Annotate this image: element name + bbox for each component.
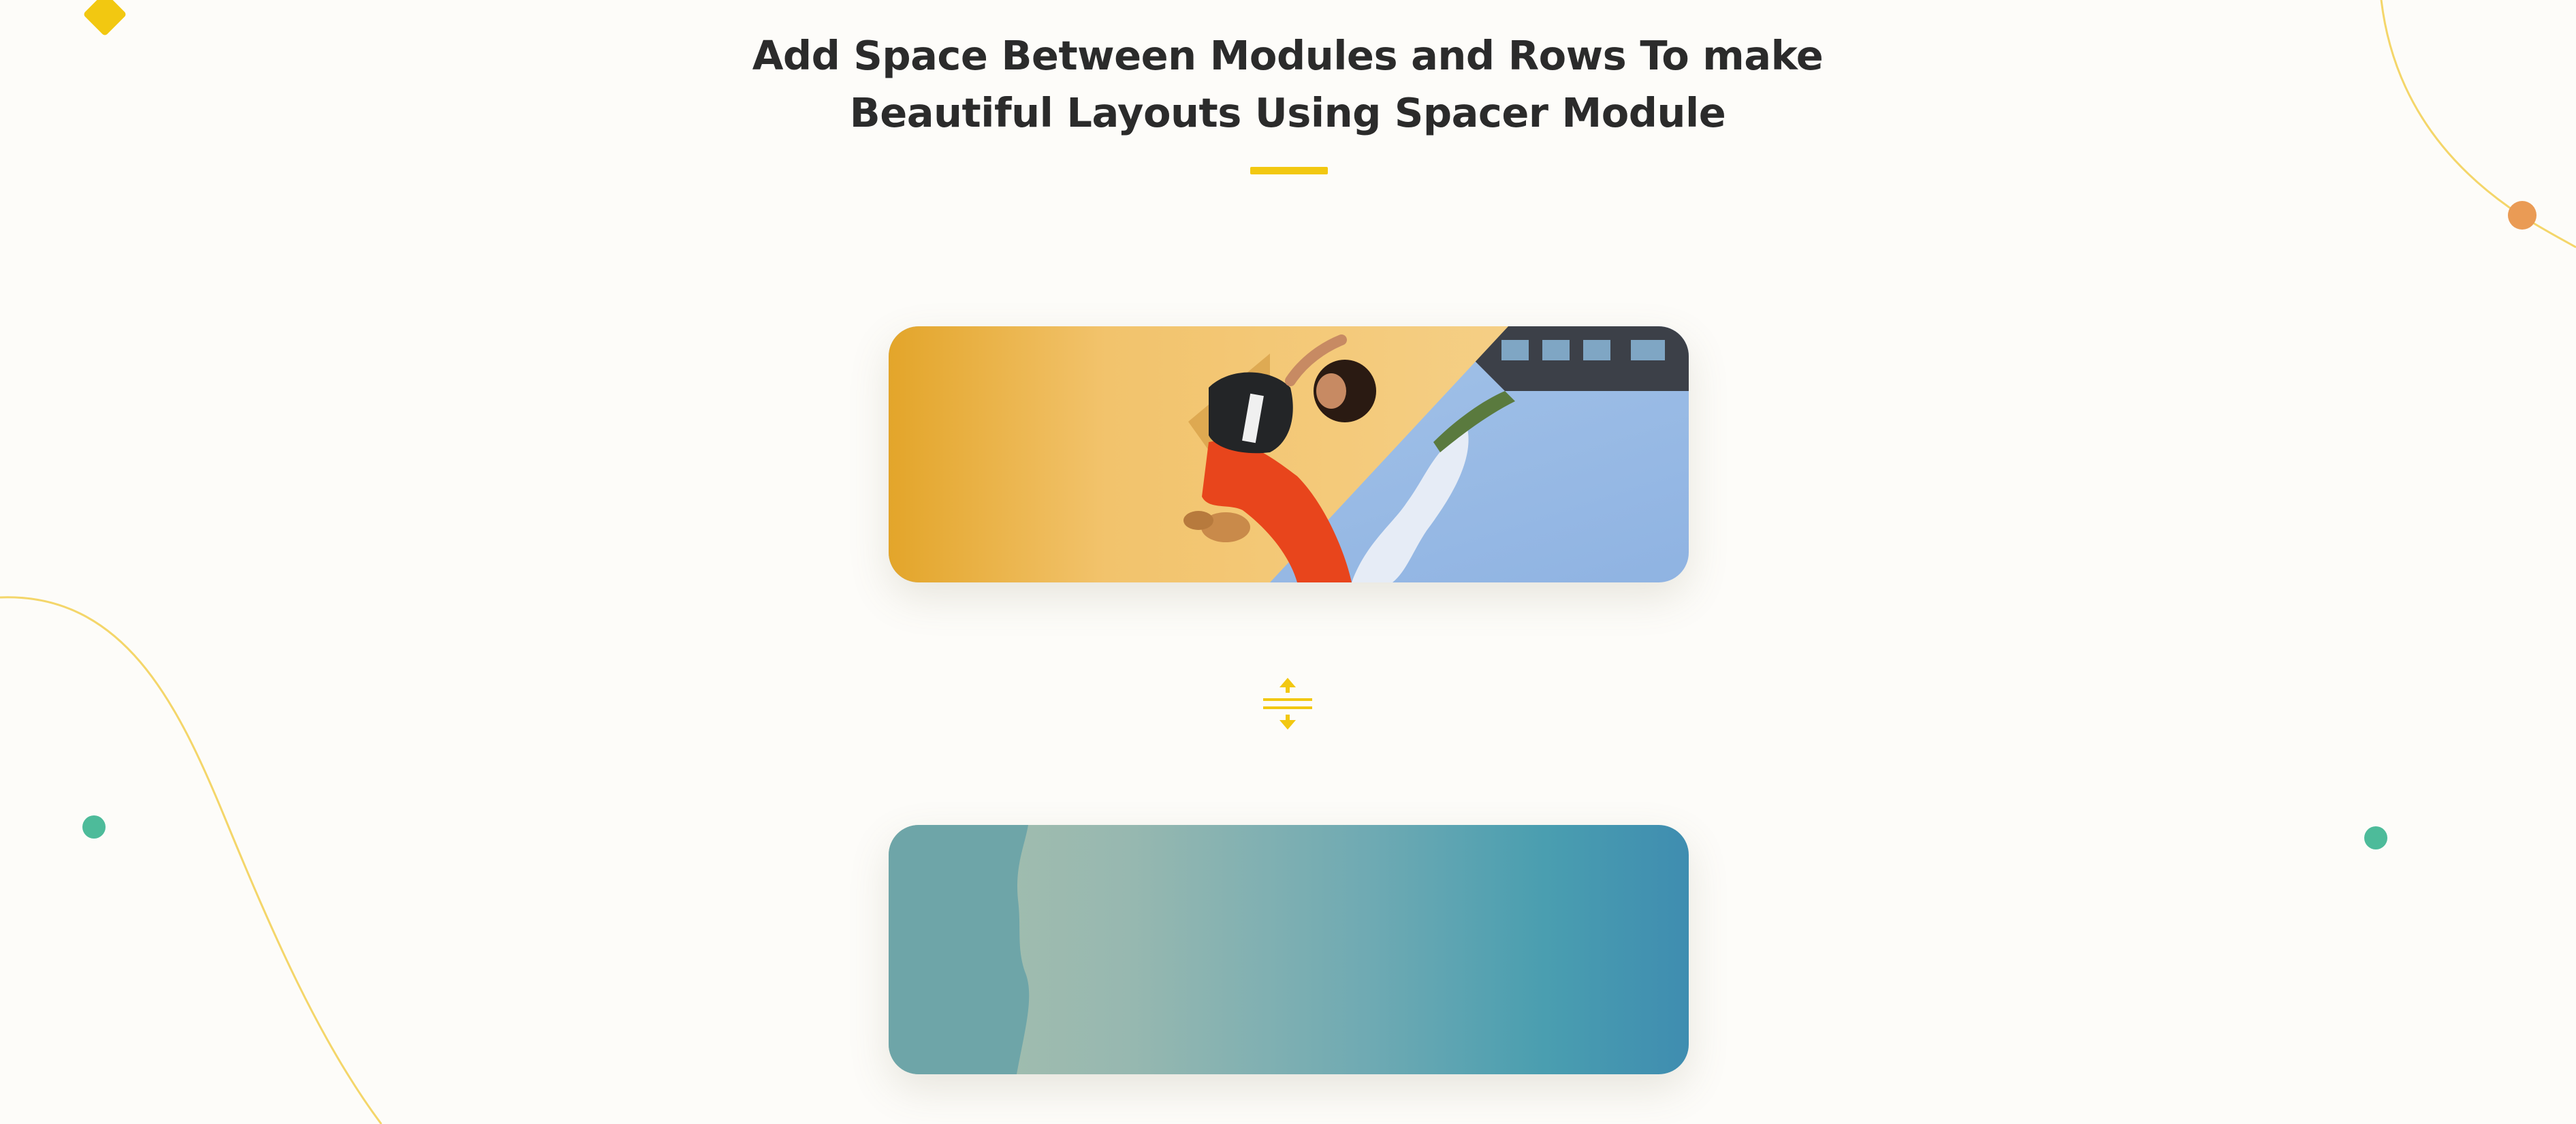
heading-line-2: Beautiful Layouts Using Spacer Module xyxy=(849,89,1726,136)
heading-line-1: Add Space Between Modules and Rows To ma… xyxy=(752,32,1824,79)
curve-line-bottom-left xyxy=(0,596,383,1124)
curve-line-top-right xyxy=(2380,0,2576,249)
diamond-shape-icon xyxy=(84,0,126,35)
photo-person-yellow-wall xyxy=(889,326,1689,582)
image-module-bottom xyxy=(889,825,1689,1074)
spacer-module-showcase: Add Space Between Modules and Rows To ma… xyxy=(0,0,2576,1124)
heading-underline xyxy=(1250,167,1328,174)
photo-teal-gradient xyxy=(889,825,1689,1074)
green-dot-icon xyxy=(82,815,106,839)
image-module-top xyxy=(889,326,1689,582)
section-heading: Add Space Between Modules and Rows To ma… xyxy=(607,27,1969,142)
green-dot-icon xyxy=(2364,826,2387,849)
spacer-arrows-icon xyxy=(1263,678,1312,730)
orange-dot-icon xyxy=(2508,201,2537,230)
